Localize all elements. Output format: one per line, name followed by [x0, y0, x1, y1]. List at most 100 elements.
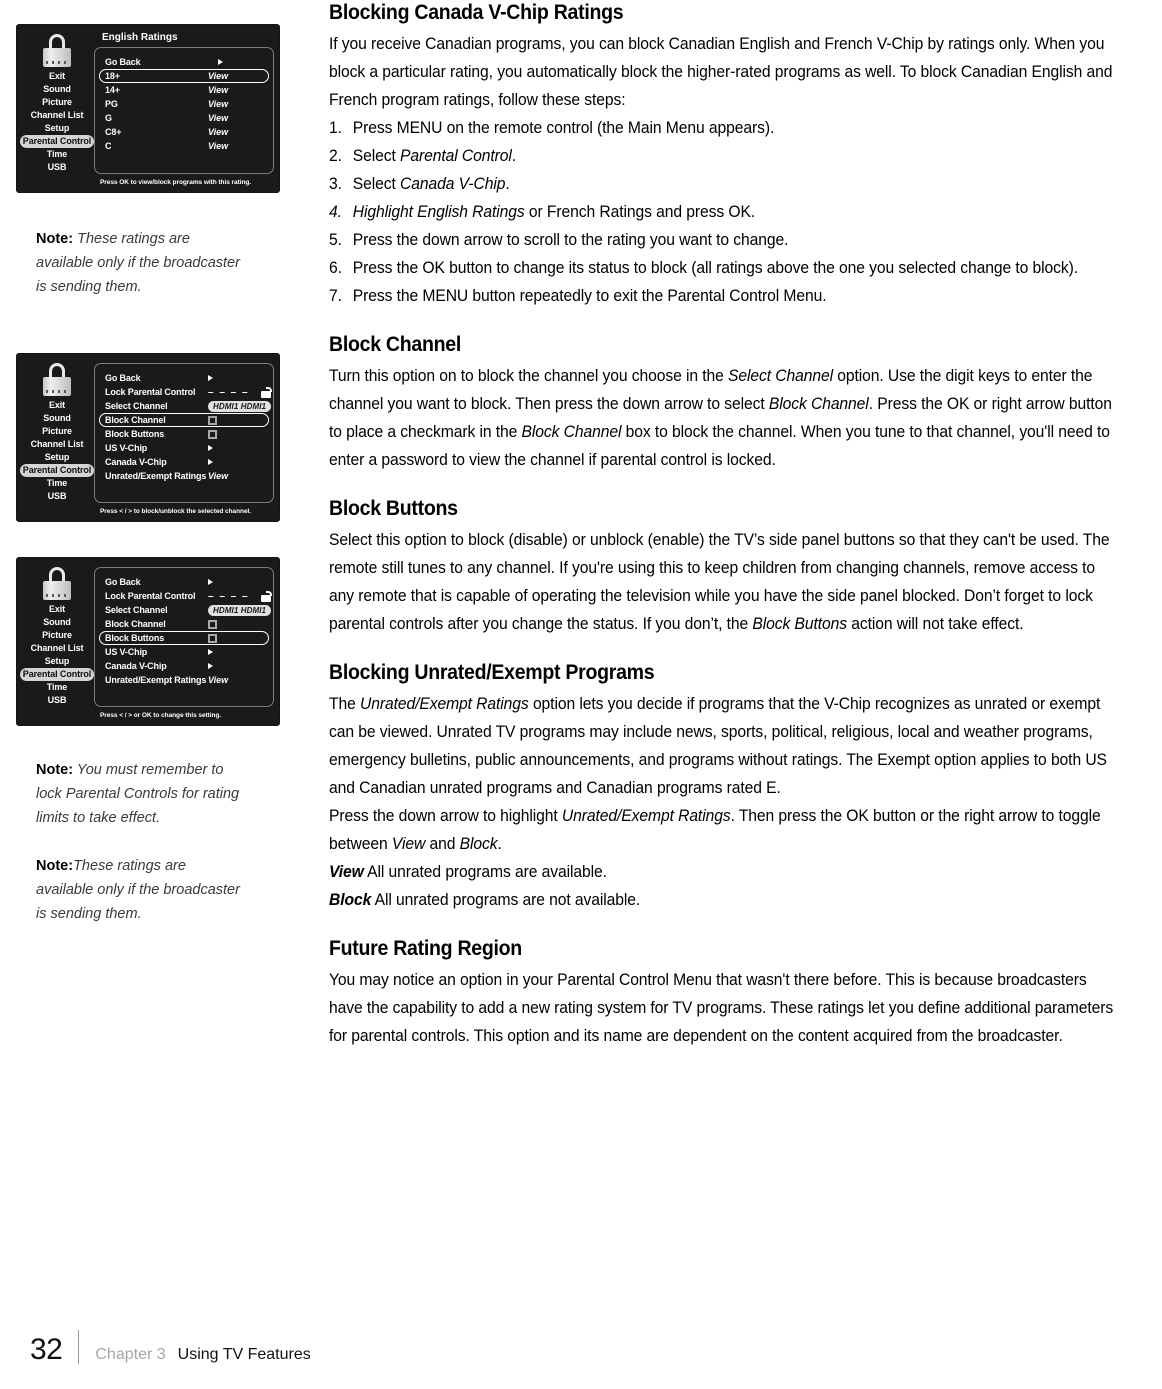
osd-row-select-channel[interactable]: Select Channel HDMI1 HDMI1 — [99, 603, 272, 617]
osd-row-block-channel[interactable]: Block Channel — [99, 617, 269, 631]
footer-divider — [78, 1330, 80, 1364]
osd-row-value — [208, 459, 213, 465]
checkbox-unchecked-icon[interactable] — [208, 619, 217, 629]
sidebar-item-usb[interactable]: USB — [48, 490, 67, 503]
osd-row-block-buttons[interactable]: Block Buttons — [99, 427, 269, 441]
emphasis-block-channel: Block Channel — [768, 395, 869, 413]
sidebar-item-parental-control[interactable]: Parental Control — [19, 668, 95, 681]
step-text: Press MENU on the remote control (the Ma… — [352, 119, 775, 137]
osd-row-rating-c8plus[interactable]: C8+ View — [99, 125, 269, 139]
text-run: The — [329, 695, 360, 713]
text-run: Turn this option on to block the channel… — [329, 367, 729, 385]
step-emphasis: or French Ratings — [524, 203, 657, 221]
osd-row-rating-g[interactable]: G View — [99, 111, 269, 125]
step-text-post: . — [511, 147, 517, 165]
osd-option-list: Go Back Lock Parental Control – – – – Se… — [94, 363, 274, 503]
osd-row-canada-vchip[interactable]: Canada V-Chip — [99, 659, 269, 673]
osd-row-go-back[interactable]: Go Back — [99, 55, 269, 69]
osd-row-label: Lock Parental Control — [105, 591, 196, 601]
heading-block-buttons: Block Buttons — [329, 497, 458, 520]
osd-row-go-back[interactable]: Go Back — [99, 575, 269, 589]
sidebar-item-exit[interactable]: Exit — [49, 70, 65, 83]
sidebar-item-channel-list[interactable]: Channel List — [31, 642, 84, 655]
osd-row-value — [208, 619, 217, 629]
emphasis-unrated-exempt-ratings: Unrated/Exempt Ratings — [359, 695, 529, 713]
osd-hint-text: Press < / > or OK to change this setting… — [100, 712, 222, 719]
steps-list-canada-vchip: Press MENU on the remote control (the Ma… — [329, 114, 1162, 310]
osd-sidebar: Exit Sound Picture Channel List Setup Pa… — [19, 563, 95, 707]
note-lock-parental-controls: Note: You must remember to lock Parental… — [36, 758, 246, 830]
osd-row-lock-parental-control[interactable]: Lock Parental Control – – – – — [99, 589, 273, 603]
left-sidebar-column: Exit Sound Picture Channel List Setup Pa… — [16, 24, 306, 926]
osd-row-rating-c[interactable]: C View — [99, 139, 269, 153]
osd-row-rating-18plus[interactable]: 18+ View — [99, 69, 269, 83]
osd-row-canada-vchip[interactable]: Canada V-Chip — [99, 455, 269, 469]
osd-body: Exit Sound Picture Channel List Setup Pa… — [19, 30, 274, 174]
step-text: Press the down arrow to scroll to the ra… — [352, 231, 789, 249]
osd-row-value — [208, 663, 213, 669]
osd-row-lock-parental-control[interactable]: Lock Parental Control – – – – — [99, 385, 273, 399]
padlock-unlocked-icon — [261, 590, 273, 602]
step-emphasis: Canada V-Chip — [400, 175, 506, 193]
osd-row-select-channel[interactable]: Select Channel HDMI1 HDMI1 — [99, 399, 272, 413]
osd-row-unrated-exempt-ratings[interactable]: Unrated/Exempt Ratings View — [99, 469, 269, 483]
text-run: Press the down arrow to highlight — [329, 807, 562, 825]
osd-row-block-channel[interactable]: Block Channel — [99, 413, 269, 427]
text-run: . — [497, 835, 502, 853]
sidebar-item-time[interactable]: Time — [47, 681, 68, 694]
osd-row-unrated-exempt-ratings[interactable]: Unrated/Exempt Ratings View — [99, 673, 269, 687]
step-text: Press the OK button to change its status… — [352, 259, 1079, 277]
sidebar-item-exit[interactable]: Exit — [49, 603, 65, 616]
step-text-post: . — [505, 175, 510, 193]
osd-row-rating-14plus[interactable]: 14+ View — [99, 83, 269, 97]
osd-row-us-vchip[interactable]: US V-Chip — [99, 441, 269, 455]
sidebar-item-parental-control[interactable]: Parental Control — [19, 464, 95, 477]
selected-channel-badge: HDMI1 HDMI1 — [208, 604, 272, 616]
sidebar-item-time[interactable]: Time — [47, 477, 68, 490]
sidebar-item-picture[interactable]: Picture — [42, 425, 72, 438]
heading-blocking-unrated-exempt: Blocking Unrated/Exempt Programs — [329, 661, 655, 684]
osd-row-label: Go Back — [105, 57, 141, 67]
osd-main-panel: Go Back Lock Parental Control – – – – Se… — [92, 359, 274, 503]
osd-row-block-buttons[interactable]: Block Buttons — [99, 631, 269, 645]
step-item: Press MENU on the remote control (the Ma… — [329, 114, 1120, 142]
osd-sidebar: Exit Sound Picture Channel List Setup Pa… — [19, 30, 95, 174]
sidebar-item-sound[interactable]: Sound — [43, 412, 71, 425]
osd-row-value: View — [208, 99, 229, 109]
sidebar-item-setup[interactable]: Setup — [45, 655, 70, 668]
sidebar-item-setup[interactable]: Setup — [45, 451, 70, 464]
step-item: Select Canada V-Chip. — [329, 170, 1120, 198]
sidebar-item-usb[interactable]: USB — [48, 694, 67, 707]
osd-row-label: Select Channel — [105, 401, 168, 411]
sidebar-item-exit[interactable]: Exit — [49, 399, 65, 412]
sidebar-item-usb[interactable]: USB — [48, 161, 67, 174]
sidebar-item-channel-list[interactable]: Channel List — [31, 109, 84, 122]
sidebar-item-sound[interactable]: Sound — [43, 83, 71, 96]
osd-body: Exit Sound Picture Channel List Setup Pa… — [19, 359, 274, 503]
osd-row-label: Unrated/Exempt Ratings — [105, 675, 207, 685]
checkbox-unchecked-icon[interactable] — [208, 429, 217, 439]
sidebar-item-sound[interactable]: Sound — [43, 616, 71, 629]
checkbox-unchecked-icon[interactable] — [208, 633, 217, 643]
osd-main-panel: English Ratings Go Back 18+ View 14+ Vie… — [92, 30, 274, 174]
sidebar-item-time[interactable]: Time — [47, 148, 68, 161]
checkbox-unchecked-icon[interactable] — [208, 415, 217, 425]
chevron-right-icon — [208, 375, 213, 381]
osd-row-rating-pg[interactable]: PG View — [99, 97, 269, 111]
sidebar-item-channel-list[interactable]: Channel List — [31, 438, 84, 451]
osd-row-us-vchip[interactable]: US V-Chip — [99, 645, 269, 659]
osd-row-value: View — [208, 71, 229, 81]
sidebar-item-picture[interactable]: Picture — [42, 96, 72, 109]
sidebar-item-picture[interactable]: Picture — [42, 629, 72, 642]
tv-osd-screenshot-english-ratings: Exit Sound Picture Channel List Setup Pa… — [16, 24, 280, 193]
definition-view: View All unrated programs are available. — [329, 858, 1120, 886]
sidebar-item-setup[interactable]: Setup — [45, 122, 70, 135]
definition-description: All unrated programs are available. — [363, 863, 607, 881]
paragraph-block-buttons: Select this option to block (disable) or… — [329, 526, 1120, 638]
emphasis-unrated-exempt-ratings-2: Unrated/Exempt Ratings — [561, 807, 731, 825]
sidebar-item-parental-control[interactable]: Parental Control — [19, 135, 95, 148]
osd-row-value: View — [208, 675, 229, 685]
osd-row-go-back[interactable]: Go Back — [99, 371, 269, 385]
step-emphasis: Parental Control — [400, 147, 512, 165]
osd-row-label: Canada V-Chip — [105, 457, 167, 467]
